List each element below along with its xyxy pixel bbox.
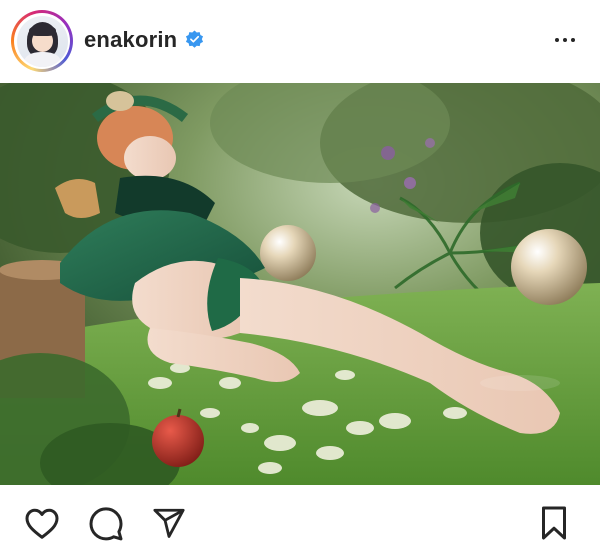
bookmark-icon [542, 506, 566, 540]
username-link[interactable]: enakorin [84, 27, 177, 53]
comment-button[interactable] [87, 504, 125, 542]
comment-icon [89, 507, 123, 541]
story-ring[interactable] [11, 10, 73, 72]
more-options-button[interactable] [548, 28, 582, 52]
profile-avatar[interactable] [16, 15, 68, 67]
heart-icon [25, 508, 59, 539]
post-photo[interactable] [0, 83, 600, 485]
share-button[interactable] [150, 504, 188, 542]
cosplay-photo-illustration [0, 83, 600, 485]
send-icon [153, 508, 185, 538]
like-button[interactable] [23, 504, 61, 542]
post-header: enakorin [0, 0, 600, 82]
save-button[interactable] [535, 504, 573, 542]
verified-badge-icon [185, 30, 204, 48]
post-action-bar [0, 490, 600, 553]
